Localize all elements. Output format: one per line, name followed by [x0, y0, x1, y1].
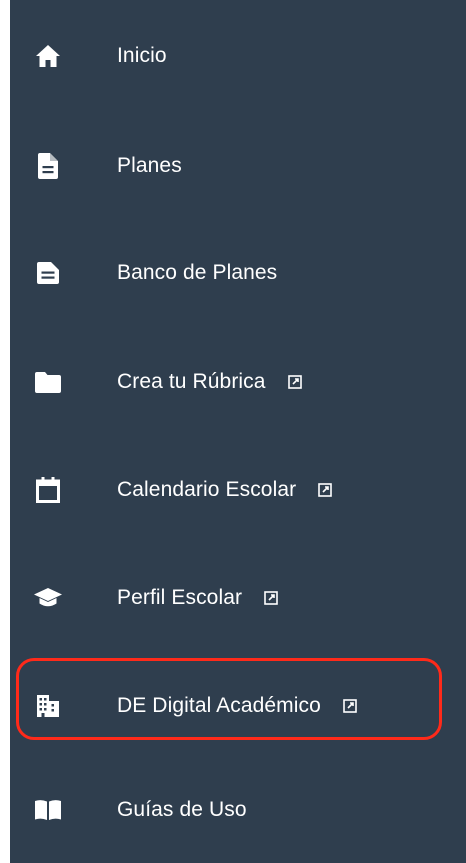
external-link-icon	[343, 699, 357, 713]
home-icon	[34, 42, 62, 70]
sidebar-item-guias-de-uso[interactable]: Guías de Uso	[10, 780, 466, 840]
graduation-cap-icon	[34, 584, 62, 612]
sidebar-item-de-digital-academico[interactable]: DE Digital Académico	[10, 676, 466, 736]
sidebar-item-inicio[interactable]: Inicio	[10, 26, 466, 86]
sidebar-item-planes[interactable]: Planes	[10, 136, 466, 196]
sidebar-item-label: Inicio	[117, 44, 167, 67]
sidebar-nav: Inicio Planes Banco de Planes Crea tu Rú…	[10, 0, 466, 863]
external-link-icon	[287, 375, 302, 389]
sidebar-item-label: Planes	[117, 154, 182, 177]
external-link-icon	[264, 591, 278, 605]
sidebar-item-label: DE Digital Académico	[117, 694, 321, 717]
calendar-icon	[34, 476, 62, 504]
document-icon	[34, 152, 62, 180]
sidebar-item-perfil-escolar[interactable]: Perfil Escolar	[10, 568, 466, 628]
sidebar-item-label: Perfil Escolar	[117, 586, 243, 609]
external-link-icon	[318, 483, 333, 497]
sidebar-item-label: Banco de Planes	[117, 261, 278, 284]
document-alt-icon	[34, 259, 62, 287]
sidebar-item-label: Guías de Uso	[117, 798, 247, 821]
sidebar-item-label: Crea tu Rúbrica	[117, 370, 266, 393]
sidebar-item-calendario-escolar[interactable]: Calendario Escolar	[10, 460, 466, 520]
folder-icon	[34, 368, 62, 396]
book-icon	[34, 796, 62, 824]
building-icon	[34, 692, 62, 720]
sidebar-item-crea-tu-rubrica[interactable]: Crea tu Rúbrica	[10, 352, 466, 412]
sidebar-item-label: Calendario Escolar	[117, 478, 297, 501]
sidebar-item-banco-de-planes[interactable]: Banco de Planes	[10, 243, 466, 303]
